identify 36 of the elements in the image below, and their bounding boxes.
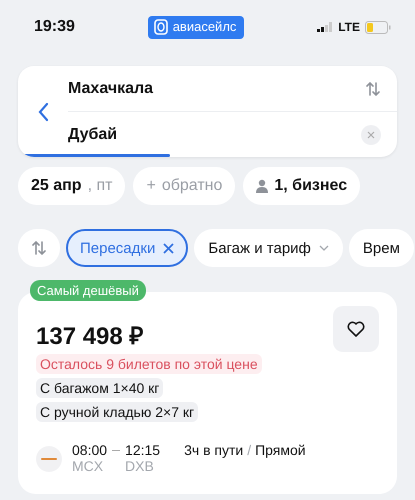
ticket-price: 137 498 ₽ (36, 322, 144, 351)
sort-button[interactable] (18, 229, 60, 267)
swap-icon (365, 80, 381, 96)
baggage-tag: С багажом 1×40 кг (36, 378, 164, 398)
close-icon (367, 130, 375, 138)
separator: / (247, 442, 252, 458)
person-icon (256, 179, 268, 193)
date-chip[interactable]: 25 апр , пт (18, 167, 126, 205)
departure-airport: MCX (72, 458, 104, 474)
app-logo-icon (154, 18, 168, 34)
origin-field[interactable]: Махачкала (68, 80, 154, 98)
back-icon[interactable] (38, 102, 48, 122)
favorite-button[interactable] (333, 306, 379, 352)
close-icon (163, 242, 174, 254)
filter-dropdown[interactable]: Врем (348, 229, 414, 267)
passengers-chip[interactable]: 1, бизнес (243, 167, 360, 205)
baggage-tag: С ручной кладью 2×7 кг (36, 402, 198, 422)
battery-icon (364, 20, 391, 34)
cheapest-badge: Самый дешёвый (30, 280, 146, 301)
signal-icon (317, 22, 334, 32)
arrival-airport: DXB (125, 458, 155, 474)
network-label: LTE (338, 20, 360, 34)
heart-icon (347, 321, 365, 337)
status-time: 19:39 (34, 18, 75, 36)
stops-label: Прямой (255, 442, 306, 458)
destination-field[interactable]: Дубай (68, 126, 118, 144)
flight-duration: 3ч в пути (184, 442, 244, 458)
app-badge: авиасейлс (148, 16, 244, 38)
filter-dropdown[interactable]: Багаж и тариф (194, 229, 343, 267)
airline-logo-icon (36, 446, 62, 472)
seats-left-tag: Осталось 9 билетов по этой цене (36, 354, 262, 374)
arrival-time: 12:15 (125, 442, 160, 458)
departure-time: 08:00 (72, 442, 108, 458)
sort-icon (31, 240, 47, 256)
chevron-down-icon (318, 245, 329, 251)
filter-chip[interactable]: Пересадки (66, 229, 188, 267)
